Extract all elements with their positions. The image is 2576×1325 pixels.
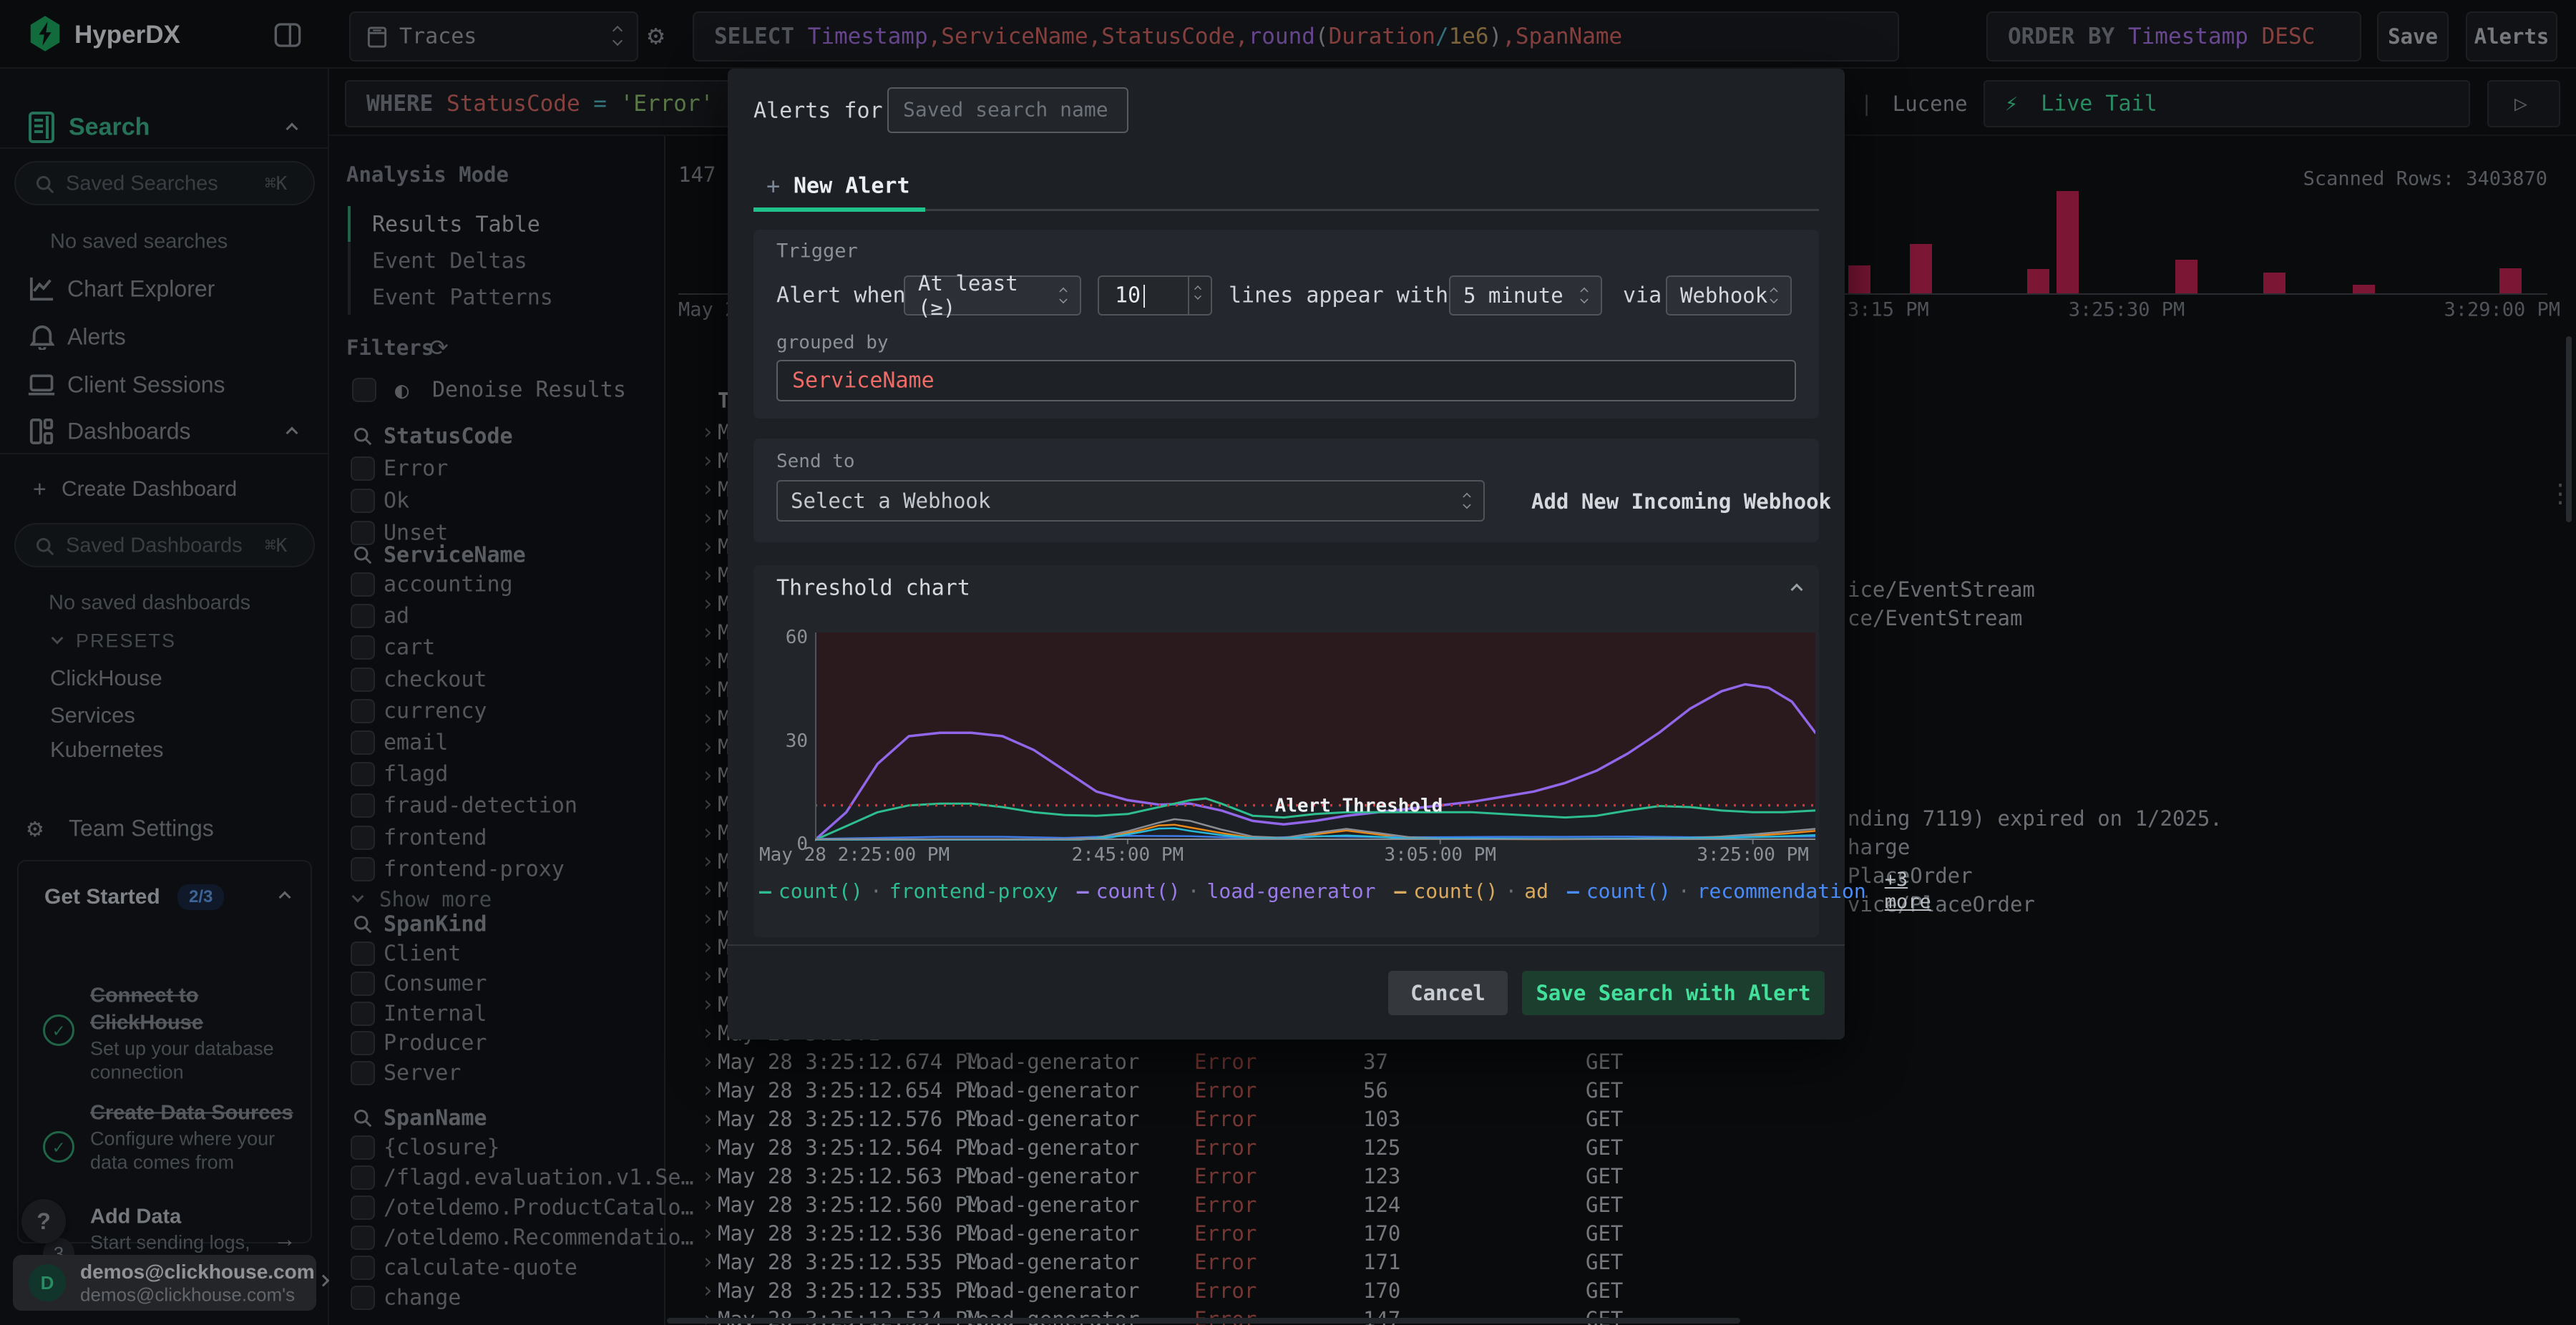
cancel-button-label: Cancel: [1410, 981, 1485, 1005]
select-updown-icon: [1059, 287, 1068, 304]
chart-x-tick-label: 2:45:00 PM: [1071, 844, 1184, 866]
cancel-button[interactable]: Cancel: [1388, 971, 1508, 1015]
legend-separator: ·: [869, 879, 882, 903]
legend-swatch: —: [759, 879, 771, 903]
legend-item-frontend-proxy: — count() · frontend-proxy: [759, 879, 1058, 903]
legend-series-name: load-generator: [1206, 879, 1376, 903]
modal-footer-divider: [728, 944, 1845, 946]
lines-appear-label: lines appear within: [1229, 283, 1475, 308]
add-webhook-link[interactable]: Add New Incoming Webhook: [1531, 489, 1831, 514]
chart-collapse-icon[interactable]: [1790, 583, 1803, 596]
chart-x-tick-label: 3:05:00 PM: [1384, 844, 1497, 866]
saved-search-name-placeholder: Saved search name: [903, 97, 1108, 122]
channel-value: Webhook: [1680, 283, 1768, 308]
grouped-by-label: grouped by: [776, 332, 889, 353]
legend-metric: count(): [1413, 879, 1498, 903]
hyperdx-app: HyperDX Traces ⚙ SELECT Timestamp,Servic…: [0, 0, 2576, 1325]
legend-item-load-generator: — count() · load-generator: [1077, 879, 1376, 903]
legend-series-name: frontend-proxy: [889, 879, 1058, 903]
y-tick-60: 60: [785, 627, 808, 648]
tab-underline-active: [753, 207, 925, 212]
alert-modal: Alerts for Saved search name + New Alert…: [728, 69, 1931, 1040]
legend-separator: ·: [1187, 879, 1200, 903]
alert-when-label: Alert when: [776, 283, 906, 308]
chart-x-start-label: May 28 2:25:00 PM: [759, 844, 950, 866]
text-cursor: [1143, 285, 1145, 308]
webhook-select-value: Select a Webhook: [791, 489, 991, 513]
legend-item-ad: — count() · ad: [1395, 879, 1548, 903]
legend-swatch: —: [1394, 879, 1407, 903]
select-updown-icon: [1770, 287, 1778, 304]
legend-series-name: recommendation: [1697, 879, 1866, 903]
save-button-label: Save Search with Alert: [1536, 981, 1811, 1005]
send-to-section: Send to Select a Webhook Add New Incomin…: [753, 439, 1831, 542]
chart-legend: — count() · frontend-proxy — count() · load-gen…: [759, 869, 1931, 913]
trigger-section: Trigger Alert when At least (≥) 10 lines…: [753, 230, 1819, 419]
window-value: 5 minute: [1463, 283, 1563, 308]
alert-threshold-chart[interactable]: Alert Threshold: [814, 632, 1817, 844]
threshold-value: 10: [1115, 283, 1141, 308]
number-spinner[interactable]: [1188, 277, 1211, 314]
trigger-label: Trigger: [776, 240, 858, 263]
legend-swatch: —: [1566, 879, 1579, 903]
grouped-by-value: ServiceName: [792, 368, 935, 393]
legend-separator: ·: [1677, 879, 1690, 903]
y-tick-30: 30: [785, 730, 808, 752]
condition-value: At least (≥): [918, 271, 1018, 320]
legend-swatch: —: [1076, 879, 1089, 903]
legend-item-recommendation: — count() · recommendation: [1567, 879, 1866, 903]
condition-select[interactable]: At least (≥): [904, 271, 1081, 320]
channel-select[interactable]: Webhook: [1666, 275, 1792, 316]
send-to-label: Send to: [776, 451, 855, 472]
legend-metric: count(): [1586, 879, 1671, 903]
plus-icon: +: [766, 172, 781, 200]
legend-separator: ·: [1505, 879, 1518, 903]
threshold-chart-title: Threshold chart: [776, 575, 970, 601]
tab-new-alert-label: New Alert: [794, 173, 910, 199]
legend-metric: count(): [778, 879, 863, 903]
threshold-chart-section: Threshold chart 60 30 0 Alert Threshold …: [753, 565, 1931, 937]
select-updown-icon: [1580, 287, 1589, 304]
webhook-select[interactable]: Select a Webhook: [776, 480, 1485, 522]
alert-threshold-label: Alert Threshold: [1275, 796, 1443, 817]
modal-title: Alerts for: [753, 98, 883, 124]
window-select[interactable]: 5 minute: [1449, 275, 1602, 316]
threshold-number-input[interactable]: 10: [1098, 275, 1212, 316]
select-updown-icon: [1463, 492, 1471, 509]
grouped-by-input[interactable]: ServiceName: [776, 360, 1796, 401]
chart-x-tick-label: 3:25:00 PM: [1697, 844, 1809, 866]
legend-series-name: ad: [1524, 879, 1548, 903]
saved-search-name-input[interactable]: Saved search name: [887, 87, 1128, 133]
via-label: via: [1623, 283, 1662, 308]
legend-metric: count(): [1096, 879, 1181, 903]
save-search-with-alert-button[interactable]: Save Search with Alert: [1522, 971, 1825, 1015]
legend-more-button[interactable]: +3 more: [1885, 869, 1931, 913]
